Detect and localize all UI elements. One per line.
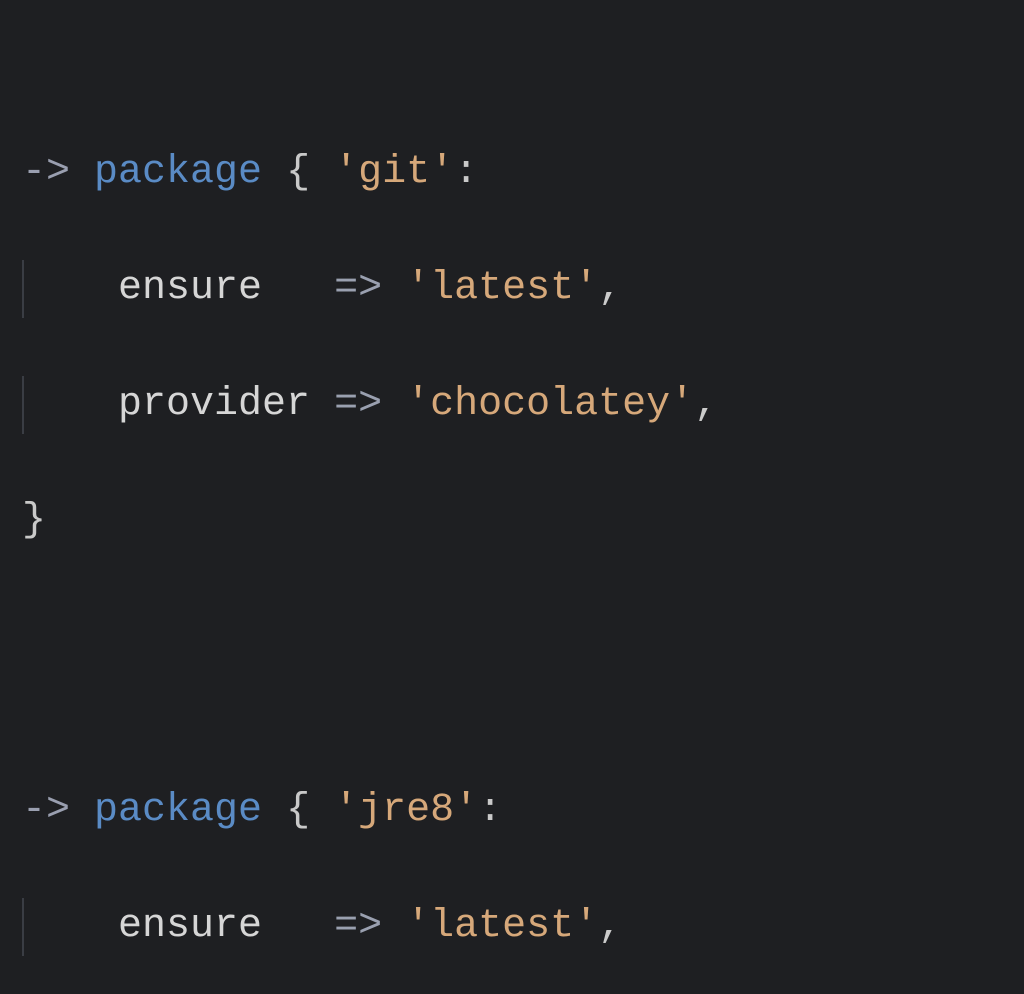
comma: , <box>694 382 718 427</box>
keyword-package: package <box>94 150 262 195</box>
comma: , <box>598 904 622 949</box>
value-provider: 'chocolatey' <box>406 382 694 427</box>
value-ensure: 'latest' <box>406 266 598 311</box>
resource-title: 'jre8' <box>334 788 478 833</box>
resource-title: 'git' <box>334 150 454 195</box>
close-brace: } <box>22 498 46 543</box>
open-brace: { <box>286 788 310 833</box>
fat-arrow: => <box>334 266 382 311</box>
code-line: -> package { 'jre8': <box>22 782 1002 840</box>
attr-provider: provider <box>118 382 310 427</box>
value-ensure: 'latest' <box>406 904 598 949</box>
package-block: -> package { 'jre8': ensure => 'latest',… <box>22 724 1002 994</box>
code-line: } <box>22 492 1002 550</box>
attr-ensure: ensure <box>118 904 262 949</box>
code-editor[interactable]: -> package { 'git': ensure => 'latest', … <box>0 0 1024 994</box>
fat-arrow: => <box>334 904 382 949</box>
chain-arrow-icon: -> <box>22 788 70 833</box>
code-line: ensure => 'latest', <box>22 260 1002 318</box>
code-line: ensure => 'latest', <box>22 898 1002 956</box>
indent-guide-icon <box>22 260 24 318</box>
package-block: -> package { 'git': ensure => 'latest', … <box>22 86 1002 608</box>
open-brace: { <box>286 150 310 195</box>
fat-arrow: => <box>334 382 382 427</box>
comma: , <box>598 266 622 311</box>
chain-arrow-icon: -> <box>22 150 70 195</box>
indent-guide-icon <box>22 898 24 956</box>
code-line: provider => 'chocolatey', <box>22 376 1002 434</box>
colon: : <box>478 788 502 833</box>
colon: : <box>454 150 478 195</box>
attr-ensure: ensure <box>118 266 262 311</box>
indent-guide-icon <box>22 376 24 434</box>
code-line: -> package { 'git': <box>22 144 1002 202</box>
keyword-package: package <box>94 788 262 833</box>
